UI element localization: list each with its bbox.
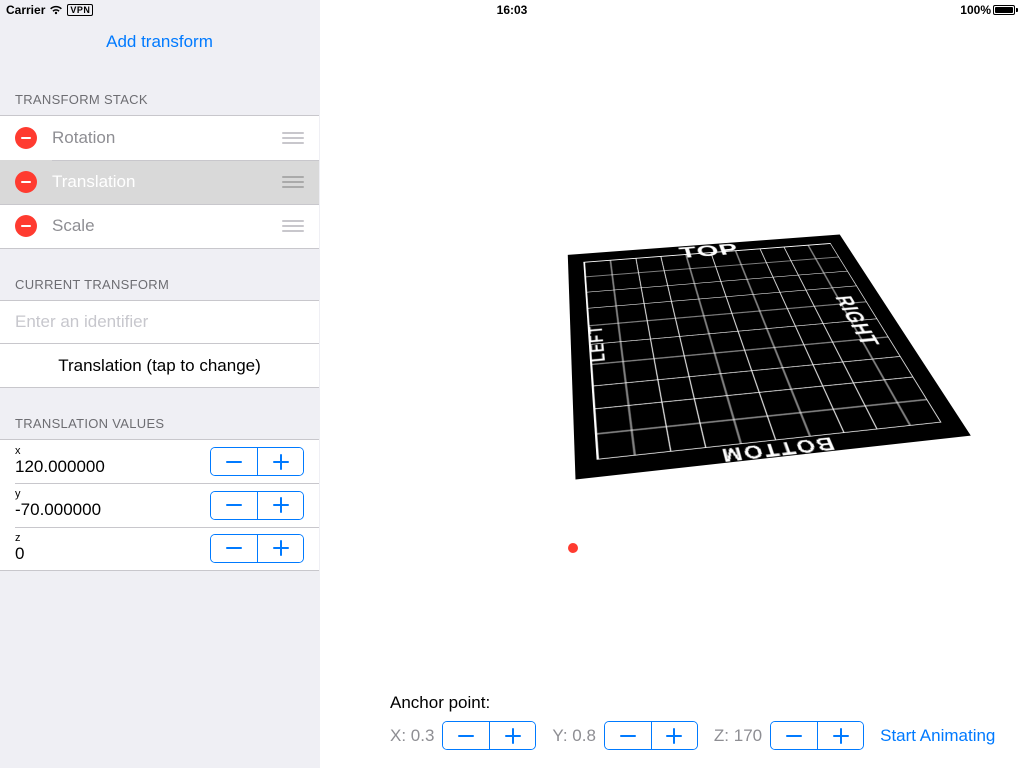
- anchor-x-label: X: 0.3: [390, 726, 434, 746]
- transform-type-label: Translation (tap to change): [58, 356, 261, 376]
- minus-button[interactable]: [211, 448, 257, 475]
- axis-label: z: [15, 533, 210, 544]
- anchor-x-stepper: [442, 721, 536, 750]
- wifi-icon: [49, 5, 63, 15]
- sidebar: Add transform TRANSFORM STACK Rotation T…: [0, 0, 320, 768]
- anchor-title: Anchor point:: [390, 693, 994, 713]
- z-stepper: [210, 534, 304, 563]
- delete-icon[interactable]: [15, 215, 37, 237]
- plus-button[interactable]: [257, 535, 303, 562]
- minus-button[interactable]: [211, 535, 257, 562]
- anchor-point-dot: [568, 543, 578, 553]
- stack-header: TRANSFORM STACK: [0, 64, 319, 115]
- value-row-z: z 0: [0, 527, 319, 570]
- plus-button[interactable]: [257, 492, 303, 519]
- battery-percent: 100%: [960, 3, 991, 17]
- x-stepper: [210, 447, 304, 476]
- drag-handle-icon[interactable]: [282, 220, 304, 232]
- stack-row-label: Scale: [52, 216, 282, 236]
- plus-button[interactable]: [489, 722, 535, 749]
- axis-label: x: [15, 446, 210, 457]
- minus-button[interactable]: [211, 492, 257, 519]
- battery-icon: [993, 5, 1018, 15]
- clock: 16:03: [497, 3, 528, 17]
- minus-button[interactable]: [443, 722, 489, 749]
- transform-stack-list: Rotation Translation Scale: [0, 115, 319, 249]
- value-row-x: x 120.000000: [0, 440, 319, 483]
- preview-3d-view[interactable]: TOP BOTTOM LEFT RIGHT: [320, 20, 1024, 678]
- transform-type-button[interactable]: Translation (tap to change): [0, 344, 319, 388]
- anchor-y-stepper: [604, 721, 698, 750]
- carrier-label: Carrier: [6, 3, 45, 17]
- y-stepper: [210, 491, 304, 520]
- axis-value: 120.000000: [15, 457, 210, 477]
- drag-handle-icon[interactable]: [282, 132, 304, 144]
- plus-button[interactable]: [817, 722, 863, 749]
- values-header: TRANSLATION VALUES: [0, 388, 319, 439]
- current-header: CURRENT TRANSFORM: [0, 249, 319, 300]
- anchor-y-label: Y: 0.8: [552, 726, 595, 746]
- identifier-row: [0, 300, 319, 344]
- status-bar: Carrier VPN 16:03 100%: [0, 0, 1024, 20]
- axis-label: y: [15, 489, 210, 500]
- value-row-y: y -70.000000: [0, 483, 319, 526]
- axis-value: 0: [15, 544, 210, 564]
- stack-row-label: Translation: [52, 172, 282, 192]
- minus-button[interactable]: [605, 722, 651, 749]
- transform-plane: TOP BOTTOM LEFT RIGHT: [568, 235, 971, 480]
- preview-panel: TOP BOTTOM LEFT RIGHT Anchor point: X: 0…: [320, 0, 1024, 768]
- plus-button[interactable]: [651, 722, 697, 749]
- axis-value: -70.000000: [15, 500, 210, 520]
- stack-row-rotation[interactable]: Rotation: [0, 116, 319, 160]
- stack-row-translation[interactable]: Translation: [0, 160, 319, 204]
- drag-handle-icon[interactable]: [282, 176, 304, 188]
- delete-icon[interactable]: [15, 127, 37, 149]
- delete-icon[interactable]: [15, 171, 37, 193]
- minus-button[interactable]: [771, 722, 817, 749]
- plus-button[interactable]: [257, 448, 303, 475]
- anchor-z-label: Z: 170: [714, 726, 762, 746]
- anchor-z-stepper: [770, 721, 864, 750]
- stack-row-label: Rotation: [52, 128, 282, 148]
- identifier-input[interactable]: [15, 312, 304, 332]
- add-transform-button[interactable]: Add transform: [106, 32, 213, 52]
- stack-row-scale[interactable]: Scale: [0, 204, 319, 248]
- start-animating-button[interactable]: Start Animating: [880, 726, 995, 746]
- bottom-bar: Anchor point: X: 0.3 Y: 0.8: [320, 693, 1024, 768]
- vpn-badge: VPN: [67, 4, 93, 16]
